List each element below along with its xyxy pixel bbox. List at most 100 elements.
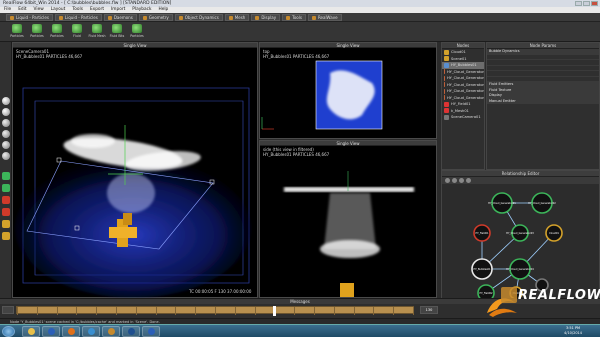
node-type-icon: [444, 62, 449, 68]
node-type-icon: [444, 75, 445, 81]
plane-icon[interactable]: [2, 152, 10, 160]
mesh-icon: [228, 15, 233, 20]
taskbar-app-word-2[interactable]: [142, 326, 160, 337]
timeline-tick: [333, 307, 335, 315]
cone-icon[interactable]: [2, 141, 10, 149]
taskbar-app-firefox[interactable]: [62, 326, 80, 337]
node-type-icon: [444, 101, 449, 107]
side-view-render: [284, 171, 414, 297]
folder-icon: [27, 328, 35, 335]
tools-icon: [286, 15, 291, 20]
tab-liquid-particles[interactable]: Liquid - Particles: [6, 14, 53, 21]
node-type-icon: [444, 88, 445, 94]
tab-realwave[interactable]: RealWave: [307, 14, 342, 21]
graph-node-label: HY_Bubbles01: [473, 268, 491, 271]
tab-daemons[interactable]: Daemons: [103, 14, 137, 21]
word-icon: [47, 328, 55, 335]
minimize-button[interactable]: [575, 1, 582, 6]
node-label: SceneCamera01: [451, 115, 481, 120]
sphere-icon[interactable]: [2, 108, 10, 116]
brand-wordmark: REALFLOW: [518, 288, 600, 303]
viewport-top[interactable]: Single View top HY_Bubbles01 PARTICLES 4…: [259, 42, 437, 139]
link-icon[interactable]: [445, 178, 450, 183]
param-group[interactable]: Manual Emitter: [487, 98, 599, 104]
daemon-icon[interactable]: [2, 208, 10, 216]
relationship-editor[interactable]: Relationship Editor HY_Cloud_Generator01…: [441, 170, 600, 299]
emitter-icon[interactable]: [2, 184, 10, 192]
graph-node[interactable]: HY_Cloud_Generator03: [506, 224, 534, 242]
tab-display[interactable]: Display: [251, 14, 281, 21]
graph-node-label: HY_Cloud_Generator01: [488, 202, 516, 205]
sphere-icon[interactable]: [2, 97, 10, 105]
particle-render: [15, 87, 251, 298]
node-label: HY_Cloud_Generator: [446, 69, 484, 74]
tool-particles-3[interactable]: Particles: [50, 24, 64, 40]
viewport-side[interactable]: Single View side (this view in filtered)…: [259, 140, 437, 298]
nodes-panel: Nodes Cloud01 Scene01 HY_Bubbles01 HY_Cloud…: [441, 42, 485, 170]
tool-particles-4[interactable]: Particles: [130, 24, 144, 40]
tool-particles-2[interactable]: Particles: [30, 24, 44, 40]
particles-icon: [132, 24, 142, 33]
node-item[interactable]: SceneCamera01: [442, 114, 484, 121]
tool-fluid-bits[interactable]: Fluid Bits: [110, 24, 124, 40]
timeline-start-button[interactable]: [2, 306, 14, 314]
timeline-tick: [17, 307, 18, 315]
timeline-tick: [254, 307, 256, 315]
graph-node[interactable]: Cloud01: [545, 224, 563, 242]
timeline-tick: [353, 307, 355, 315]
timeline-tick: [76, 307, 78, 315]
tab-liquid-particles-2[interactable]: Liquid - Particles: [54, 14, 102, 21]
tab-object-dynamics[interactable]: Object Dynamics: [174, 14, 223, 21]
timeline-playhead[interactable]: [273, 306, 277, 316]
clock-date: 4/10/2014: [564, 331, 582, 335]
graph-node-label: HY_Cloud_Generator03: [506, 232, 534, 235]
taskbar-app-media[interactable]: [82, 326, 100, 337]
torus-icon[interactable]: [2, 130, 10, 138]
maximize-button[interactable]: [583, 1, 590, 6]
tool-particles-1[interactable]: Particles: [10, 24, 24, 40]
start-button[interactable]: [2, 326, 15, 337]
liquid-icon: [58, 15, 63, 20]
tab-geometry[interactable]: Geometry: [138, 14, 173, 21]
geometry-icon: [142, 15, 147, 20]
timeline-tick: [36, 307, 38, 315]
timeline-tick: [135, 307, 137, 315]
tab-tools[interactable]: Tools: [282, 14, 306, 21]
graph-node[interactable]: HY_Bubbles01: [471, 258, 493, 280]
close-button[interactable]: [591, 1, 598, 6]
tool-shelf: Particles Particles Particles Fluid Flui…: [0, 22, 600, 42]
daemon-icon[interactable]: [2, 196, 10, 204]
timeline-track[interactable]: [16, 306, 414, 316]
relationship-graph: HY_Cloud_Generator01 HY_Cloud_Generator02…: [471, 192, 563, 299]
emitter-icon[interactable]: [2, 172, 10, 180]
emitter-cube[interactable]: [340, 283, 354, 297]
viewport-perspective[interactable]: Single View SceneCamera01 HY_Bubbles01 P…: [12, 42, 258, 298]
window-controls: [575, 1, 598, 6]
timeline-tick: [393, 307, 395, 315]
object-icon[interactable]: [2, 220, 10, 228]
taskbar-app-photoshop[interactable]: [122, 326, 140, 337]
taskbar-app-explorer[interactable]: [22, 326, 40, 337]
timeline-tick: [215, 307, 216, 315]
zoom-icon[interactable]: [459, 178, 464, 183]
node-type-icon: [444, 69, 445, 75]
current-frame-field[interactable]: 130: [420, 306, 438, 314]
fit-icon[interactable]: [466, 178, 471, 183]
node-label: Scene01: [451, 56, 467, 61]
graph-node[interactable]: HY_Field01: [473, 224, 491, 242]
word-icon: [147, 328, 155, 335]
cylinder-icon[interactable]: [2, 119, 10, 127]
taskbar-app-word[interactable]: [42, 326, 60, 337]
system-clock[interactable]: 3:51 PM 4/10/2014: [564, 326, 582, 336]
tab-mesh[interactable]: Mesh: [224, 14, 250, 21]
taskbar-app-realflow[interactable]: [102, 326, 120, 337]
tool-fluid[interactable]: Fluid: [70, 24, 84, 40]
title-bar: RealFlow 64bit_Win 2014 - [ C:\bubbles\b…: [0, 0, 600, 7]
graph-node-label: HY_Field01: [475, 232, 488, 235]
graph-node[interactable]: HY_Cloud_Generator02: [528, 192, 556, 214]
object-icon[interactable]: [2, 232, 10, 240]
unlink-icon[interactable]: [452, 178, 457, 183]
node-type-icon: [444, 108, 449, 114]
tool-fluid-mesh[interactable]: Fluid Mesh: [88, 24, 106, 40]
graph-node[interactable]: HY_Cloud_Generator01: [488, 192, 516, 214]
